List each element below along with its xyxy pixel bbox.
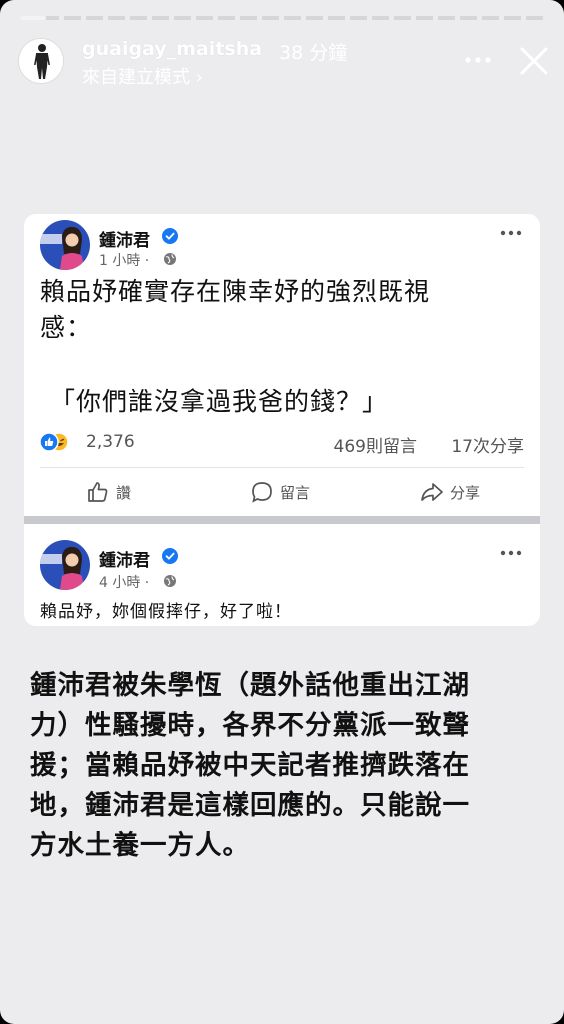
post-time-ago: 38 分鐘 bbox=[279, 42, 348, 64]
create-mode-link[interactable]: 來自建立模式 › bbox=[82, 63, 203, 89]
author-photo bbox=[40, 220, 90, 270]
verified-badge-icon bbox=[162, 228, 178, 244]
author-avatar[interactable] bbox=[40, 220, 90, 270]
caption-line: 鍾沛君被朱學恆（題外話他重出江湖 bbox=[30, 670, 470, 701]
author-photo bbox=[40, 540, 90, 590]
verified-badge-icon bbox=[162, 548, 178, 564]
post-body-line: 賴品妤確實存在陳幸妤的強烈既視 bbox=[40, 277, 431, 306]
caption-line: 援；當賴品妤被中天記者推擠跌落在 bbox=[30, 750, 470, 781]
globe-icon bbox=[164, 253, 176, 265]
post-separator bbox=[24, 516, 540, 524]
divider bbox=[40, 467, 524, 468]
reaction-count[interactable]: 2,376 bbox=[86, 432, 135, 452]
comment-count[interactable]: 469則留言 bbox=[334, 432, 417, 457]
post-options-icon[interactable] bbox=[500, 228, 522, 238]
globe-icon bbox=[164, 575, 176, 587]
story-caption: 鍾沛君被朱學恆（題外話他重出江湖 力）性騷擾時，各界不分黨派一致聲 援；當賴品妤… bbox=[30, 666, 542, 866]
share-label: 分享 bbox=[450, 483, 481, 502]
username[interactable]: guaigay_maitsha bbox=[82, 38, 262, 60]
close-icon[interactable] bbox=[518, 45, 550, 77]
reactions-icon[interactable] bbox=[40, 432, 70, 452]
share-count[interactable]: 17次分享 bbox=[451, 432, 524, 457]
author-name[interactable]: 鍾沛君 bbox=[99, 546, 150, 571]
like-button[interactable]: 讚 bbox=[86, 477, 131, 507]
post-body-line: 感： bbox=[40, 313, 93, 342]
post-timestamp[interactable]: 4 小時 · bbox=[99, 572, 149, 592]
thumbs-up-icon bbox=[88, 482, 108, 502]
post-options-icon[interactable] bbox=[500, 548, 522, 558]
post-quote: 「你們誰沒拿過我爸的錢？」 bbox=[50, 387, 389, 416]
caption-line: 力）性騷擾時，各界不分黨派一致聲 bbox=[30, 710, 470, 741]
share-button[interactable]: 分享 bbox=[420, 477, 480, 507]
comment-label: 留言 bbox=[280, 483, 311, 502]
like-label: 讚 bbox=[116, 483, 132, 502]
profile-avatar[interactable] bbox=[18, 38, 64, 84]
progress-fill bbox=[20, 16, 47, 20]
more-horizontal-icon[interactable] bbox=[462, 48, 494, 72]
story-viewer: guaigay_maitsha 38 分鐘 來自建立模式 › 鍾沛君 1 小時 bbox=[0, 0, 564, 1024]
comment-button[interactable]: 留言 bbox=[250, 477, 310, 507]
comment-bubble-icon bbox=[252, 482, 272, 503]
post-body: 賴品妤確實存在陳幸妤的強烈既視 感： bbox=[40, 274, 520, 346]
post-timestamp[interactable]: 1 小時 · bbox=[99, 250, 149, 270]
person-figure-icon bbox=[19, 39, 63, 83]
story-progress-bar bbox=[20, 16, 544, 20]
share-arrow-icon bbox=[421, 483, 443, 501]
caption-line: 地，鍾沛君是這樣回應的。只能說一 bbox=[30, 790, 470, 821]
shared-post-card: 鍾沛君 1 小時 · 賴品妤確實存在陳幸妤的強烈既視 感： 「你們誰沒拿過我爸的… bbox=[24, 214, 540, 626]
caption-line: 方水土養一方人。 bbox=[30, 830, 250, 861]
post-body: 賴品妤，妳個假摔仔，好了啦！ bbox=[40, 602, 292, 622]
author-avatar[interactable] bbox=[40, 540, 90, 590]
progress-track bbox=[20, 16, 544, 20]
author-name[interactable]: 鍾沛君 bbox=[99, 226, 150, 251]
